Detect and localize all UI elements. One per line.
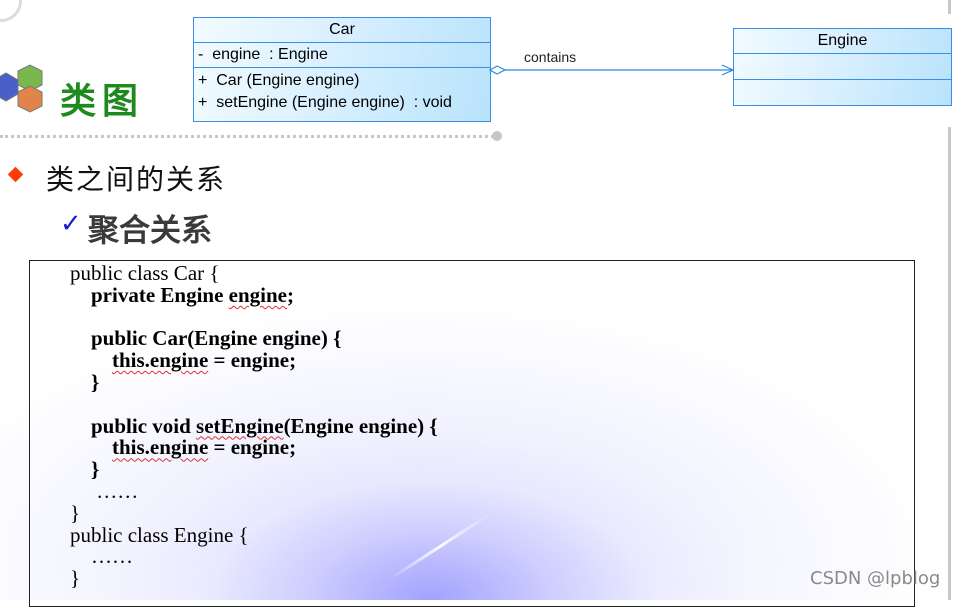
attribute-row: - engine : Engine xyxy=(198,46,328,63)
code-line: } xyxy=(70,566,81,591)
right-edge-bar xyxy=(948,127,951,600)
code-line: this.engine = engine; xyxy=(70,435,438,460)
code-line: public void setEngine(Engine engine) { xyxy=(70,413,438,438)
class-name: Car xyxy=(194,18,490,43)
aggregation-diamond-icon xyxy=(489,65,507,75)
code-token: …… xyxy=(96,478,139,503)
spellcheck-token: this.engine xyxy=(112,435,209,460)
divider-line xyxy=(0,135,494,138)
code-line: } xyxy=(70,369,438,394)
code-line: public Car(Engine engine) { xyxy=(70,326,438,351)
class-operations xyxy=(734,80,951,105)
class-operations: + Car (Engine engine) + setEngine (Engin… xyxy=(194,68,490,114)
checkmark-icon: ✓ xyxy=(60,208,82,238)
code-line: this.engine = engine; xyxy=(70,348,438,373)
code-line: public class Engine { xyxy=(70,522,249,547)
code-token: ; xyxy=(287,282,295,307)
code-block: public class Car { private Engine engine… xyxy=(70,261,438,591)
code-line: } xyxy=(70,457,438,482)
uml-class-car: Car - engine : Engine + Car (Engine engi… xyxy=(193,17,491,122)
code-token: private Engine xyxy=(91,282,229,307)
association-label: contains xyxy=(524,49,577,65)
code-token: = engine; xyxy=(208,435,297,460)
code-token: public Car(Engine engine) { xyxy=(91,326,342,351)
code-token: = engine; xyxy=(208,348,297,373)
operation-row: + setEngine (Engine engine) : void xyxy=(198,94,452,111)
hexagon-cluster-icon xyxy=(0,64,43,113)
right-edge-bar xyxy=(948,0,951,14)
code-line: …… xyxy=(70,544,438,569)
code-line: …… xyxy=(70,478,438,503)
class-name: Engine xyxy=(734,29,951,54)
spellcheck-token: this.engine xyxy=(112,348,209,373)
class-attributes: - engine : Engine xyxy=(194,43,490,68)
spellcheck-token: engine xyxy=(228,282,288,307)
slide-title: 类图 xyxy=(60,80,145,122)
code-line: private Engine engine; xyxy=(70,282,438,307)
section-heading: 类之间的关系 xyxy=(46,163,227,196)
divider-endpoint xyxy=(492,131,502,141)
watermark: CSDN @lpblog xyxy=(810,568,941,589)
code-token: } xyxy=(91,457,100,482)
uml-class-engine: Engine xyxy=(733,28,952,106)
class-attributes xyxy=(734,54,951,80)
code-token: public void xyxy=(91,413,197,438)
spellcheck-token: setEngine xyxy=(196,413,284,438)
code-token: } xyxy=(91,369,100,394)
code-line: } xyxy=(70,500,81,525)
operation-row: + Car (Engine engine) xyxy=(198,72,360,89)
code-token: (Engine engine) { xyxy=(283,413,438,438)
code-line: public class Car { xyxy=(70,261,220,285)
subsection-heading: 聚合关系 xyxy=(88,213,212,249)
code-token: …… xyxy=(91,544,133,569)
